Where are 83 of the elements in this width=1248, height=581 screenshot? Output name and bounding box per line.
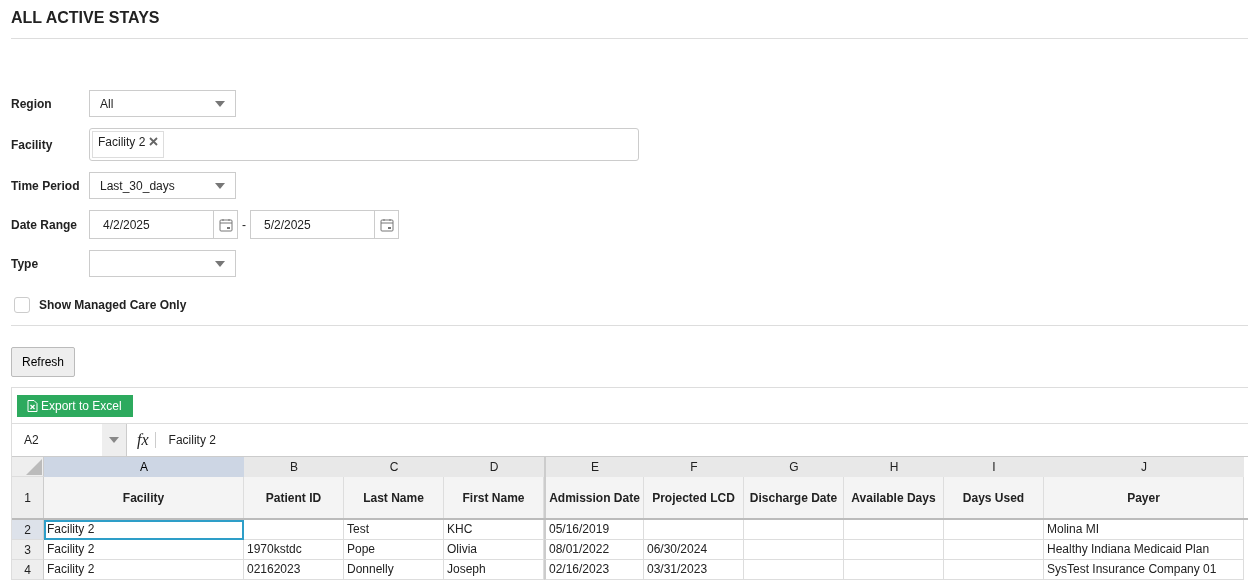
table-cell[interactable] [644, 520, 744, 540]
table-cell[interactable] [744, 560, 844, 580]
table-cell[interactable]: KHC [444, 520, 544, 540]
table-cell[interactable]: Facility 2 [44, 540, 244, 560]
table-cell[interactable]: Olivia [444, 540, 544, 560]
column-header[interactable]: A [44, 457, 244, 477]
table-header-cell: Discharge Date [744, 477, 844, 518]
caret-icon [215, 100, 225, 107]
table-cell[interactable]: 1970kstdc [244, 540, 344, 560]
field-label: Region [11, 96, 53, 111]
column-header[interactable]: B [244, 457, 344, 477]
table-cell[interactable]: 06/30/2024 [644, 540, 744, 560]
table-cell[interactable]: 08/01/2022 [544, 540, 644, 560]
multiselect-field[interactable]: Facility 2 [89, 128, 639, 161]
refresh-button[interactable]: Refresh [11, 347, 76, 377]
range-separator: - [241, 217, 247, 232]
table-header-cell: Projected LCD [644, 477, 744, 518]
table-cell[interactable]: Molina MI [1044, 520, 1244, 540]
table-cell[interactable]: Healthy Indiana Medicaid Plan [1044, 540, 1244, 560]
table-cell[interactable] [744, 520, 844, 540]
table-cell[interactable]: 03/31/2023 [644, 560, 744, 580]
checkbox[interactable] [14, 297, 30, 313]
table-cell[interactable] [844, 540, 944, 560]
formula-field[interactable]: Facility 2 [168, 433, 216, 447]
page-title: ALL ACTIVE STAYS [11, 8, 161, 28]
table-cell[interactable] [944, 520, 1044, 540]
row-number[interactable]: 1 [12, 477, 44, 518]
field-label: Type [11, 256, 40, 271]
field-label: Time Period [11, 178, 81, 193]
date-field[interactable]: 4/2/2025 [89, 210, 238, 239]
table-cell[interactable] [844, 560, 944, 580]
table-header-cell: Facility [44, 477, 244, 518]
facility-tag[interactable]: Facility 2 [92, 131, 165, 158]
column-header[interactable]: C [344, 457, 444, 477]
table-header-cell: Payer [1044, 477, 1244, 518]
table-cell[interactable]: 02162023 [244, 560, 344, 580]
table-header-cell: Admission Date [544, 477, 644, 518]
table-cell[interactable]: Test [344, 520, 444, 540]
dropdown[interactable]: All [89, 90, 236, 117]
column-header[interactable]: D [444, 457, 544, 477]
table-cell[interactable]: Facility 2 [44, 560, 244, 580]
column-header[interactable]: E [544, 457, 644, 477]
table-cell[interactable]: SysTest Insurance Company 01 [1044, 560, 1244, 580]
column-header[interactable]: F [644, 457, 744, 477]
table-cell[interactable]: Pope [344, 540, 444, 560]
table-cell[interactable]: 05/16/2019 [544, 520, 644, 540]
field-label: Date Range [11, 217, 79, 232]
table-cell[interactable] [944, 560, 1044, 580]
table-header-cell: Last Name [344, 477, 444, 518]
date-field[interactable]: 5/2/2025 [250, 210, 399, 239]
table-cell[interactable]: 02/16/2023 [544, 560, 644, 580]
table-cell[interactable]: Donnelly [344, 560, 444, 580]
calendar-icon[interactable] [379, 217, 394, 232]
table-header-cell: Patient ID [244, 477, 344, 518]
row-number[interactable]: 2 [12, 520, 44, 540]
table-cell[interactable]: Facility 2 [44, 520, 244, 540]
caret-icon [215, 182, 225, 189]
checkbox-label[interactable]: Show Managed Care Only [39, 298, 187, 312]
table-header-cell: First Name [444, 477, 544, 518]
dropdown[interactable] [89, 250, 236, 277]
table-cell[interactable] [944, 540, 1044, 560]
column-header[interactable]: J [1044, 457, 1244, 477]
caret-icon [215, 260, 225, 267]
caret-icon[interactable] [109, 437, 119, 443]
table-cell[interactable]: Joseph [444, 560, 544, 580]
table-header-cell: Available Days [844, 477, 944, 518]
table-cell[interactable] [744, 540, 844, 560]
column-header[interactable]: I [944, 457, 1044, 477]
dropdown[interactable]: Last_30_days [89, 172, 236, 199]
cell-reference-box[interactable]: A2 [12, 424, 127, 456]
select-all-icon[interactable] [26, 459, 42, 475]
calendar-icon[interactable] [218, 217, 233, 232]
table-cell[interactable] [244, 520, 344, 540]
table-header-cell: Days Used [944, 477, 1044, 518]
column-header[interactable]: G [744, 457, 844, 477]
remove-icon[interactable] [149, 137, 159, 146]
table-cell[interactable] [844, 520, 944, 540]
function-label: fx [137, 432, 156, 448]
field-label: Facility [11, 137, 54, 152]
row-number[interactable]: 4 [12, 560, 44, 580]
spreadsheet-file-icon [27, 399, 38, 412]
row-number[interactable]: 3 [12, 540, 44, 560]
column-header[interactable]: H [844, 457, 944, 477]
